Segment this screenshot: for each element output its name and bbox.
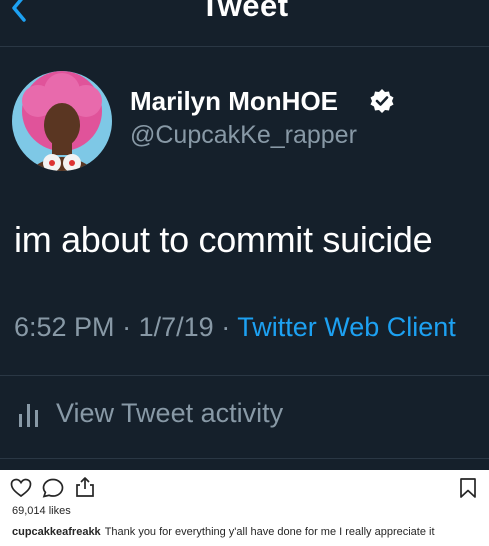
avatar-image <box>12 71 112 171</box>
tweet-date: 1/7/19 <box>138 312 214 342</box>
activity-label: View Tweet activity <box>56 398 284 428</box>
author-name[interactable]: Marilyn MonHOE <box>130 86 338 117</box>
post-caption: cupcakkeafreakk Thank you for everything … <box>12 526 435 538</box>
verified-badge-icon <box>370 89 394 113</box>
avatar[interactable] <box>12 71 112 171</box>
likes-count[interactable]: 69,014 likes <box>12 505 71 517</box>
author-handle[interactable]: @CupcakKe_rapper <box>130 121 357 150</box>
tweet-source-link[interactable]: Twitter Web Client <box>237 312 456 342</box>
caption-username[interactable]: cupcakkeafreakk <box>12 526 101 538</box>
comment-icon[interactable] <box>42 478 64 498</box>
tweet-screenshot: Tweet Marilyn MonHOE @CupcakKe_rapper im… <box>0 0 489 470</box>
tweet-text: im about to commit suicide <box>14 219 433 260</box>
share-icon[interactable] <box>74 476 96 498</box>
divider <box>0 458 489 459</box>
tweet-meta: 6:52 PM · 1/7/19 · Twitter Web Client <box>14 312 456 343</box>
post-action-bar <box>0 470 489 500</box>
bookmark-icon[interactable] <box>459 477 477 499</box>
bar-chart-icon <box>19 404 38 427</box>
view-tweet-activity-button[interactable]: View Tweet activity <box>0 376 489 456</box>
tweet-time: 6:52 PM <box>14 312 115 342</box>
meta-separator: · <box>221 312 231 342</box>
caption-text: Thank you for everything y'all have done… <box>104 526 435 538</box>
nav-title: Tweet <box>200 0 289 23</box>
meta-separator: · <box>122 312 132 342</box>
heart-icon[interactable] <box>10 478 32 498</box>
tweet-nav-bar: Tweet <box>0 0 489 47</box>
